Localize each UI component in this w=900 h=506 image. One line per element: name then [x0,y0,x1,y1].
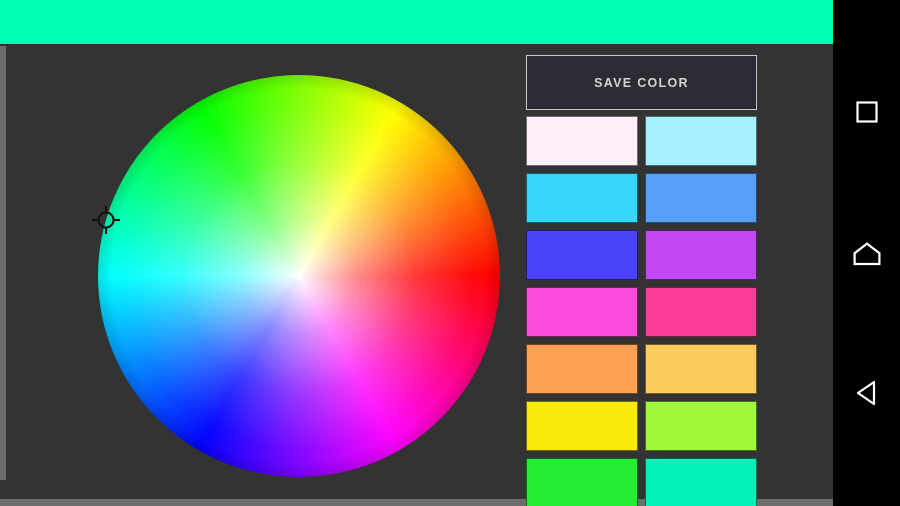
color-swatch[interactable] [645,344,757,394]
android-navigation-bar [833,0,900,506]
color-swatch[interactable] [526,230,638,280]
color-swatch[interactable] [645,116,757,166]
color-swatch[interactable] [645,458,757,506]
square-icon [854,99,880,130]
saved-colors-row [526,173,757,223]
saved-colors-row [526,116,757,166]
color-wheel[interactable] [98,75,500,477]
save-color-button[interactable]: SAVE COLOR [526,55,757,110]
home-icon [852,241,882,272]
scroll-edge-left [0,46,6,480]
color-wheel-cursor-icon[interactable] [92,206,120,234]
recent-apps-button[interactable] [833,86,900,142]
color-swatch[interactable] [526,116,638,166]
color-swatch[interactable] [526,344,638,394]
back-triangle-icon [854,379,880,412]
color-swatch[interactable] [526,458,638,506]
saved-colors-row [526,401,757,451]
home-button[interactable] [833,228,900,284]
color-wheel-gradient[interactable] [98,75,500,477]
app-content: SAVE COLOR [0,0,833,506]
color-swatch[interactable] [526,401,638,451]
color-swatch[interactable] [645,173,757,223]
saved-colors-row [526,344,757,394]
saved-colors-grid [526,116,757,506]
device-screen: SAVE COLOR [0,0,900,506]
saved-colors-row [526,230,757,280]
color-swatch[interactable] [645,401,757,451]
color-swatch[interactable] [645,230,757,280]
color-swatch[interactable] [645,287,757,337]
color-swatch[interactable] [526,287,638,337]
color-swatch[interactable] [526,173,638,223]
saved-colors-row [526,287,757,337]
current-color-bar [0,0,833,44]
back-button[interactable] [833,367,900,423]
saved-colors-row [526,458,757,506]
